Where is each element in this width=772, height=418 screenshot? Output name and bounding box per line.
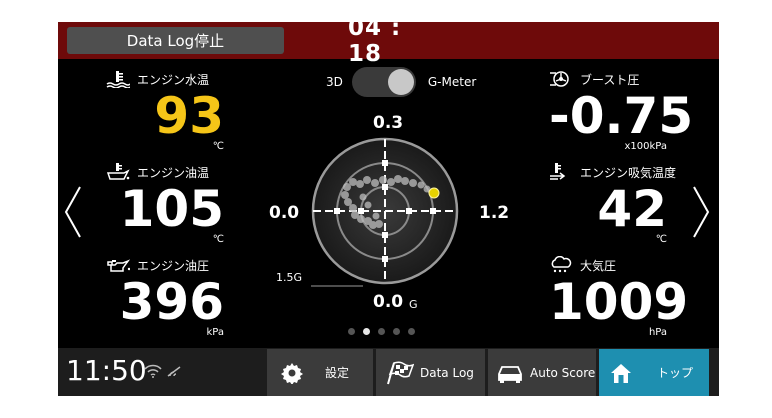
g-meter-bottom-value: 0.0 <box>373 292 404 312</box>
datalog-timer: 04 : 18 <box>348 22 402 67</box>
toggle-knob <box>387 69 414 95</box>
toggle-gmeter-label: G-Meter <box>427 75 477 89</box>
gauge-boost-pressure: ブースト圧 -0.75 x100kPa <box>549 69 719 152</box>
gauge-label: エンジン吸気温度 <box>580 165 677 180</box>
autoscore-label: Auto Score <box>530 365 596 380</box>
page-dot[interactable] <box>348 328 355 335</box>
gauge-label: ブースト圧 <box>580 72 640 87</box>
signal-icon <box>167 366 181 377</box>
datalog-stop-button[interactable]: Data Log停止 <box>67 27 284 54</box>
gauge-atmospheric-pressure: 大気圧 1009 hPa <box>549 255 719 338</box>
g-meter: 0.3 0.0 1.2 0.0 G 1.5G <box>263 107 509 327</box>
gauge-value: 396 <box>119 273 224 331</box>
top-bar: Data Log停止 04 : 18 <box>58 22 719 67</box>
gauge-label: 大気圧 <box>580 258 617 273</box>
intake-temp-icon <box>550 163 566 180</box>
gear-icon <box>281 362 303 384</box>
datalog-button[interactable]: Data Log <box>376 349 485 396</box>
settings-button[interactable]: 設定 <box>267 349 373 396</box>
g-meter-left-value: 0.0 <box>269 203 300 223</box>
autoscore-button[interactable]: Auto Score <box>488 349 596 396</box>
datalog-label: Data Log <box>420 365 474 380</box>
toggle-3d-label: 3D <box>326 75 343 89</box>
car-icon <box>498 365 522 383</box>
home-icon <box>611 363 631 383</box>
oil-can-icon <box>107 259 130 272</box>
gauge-value: 105 <box>119 180 224 238</box>
gauge-value: 42 <box>597 180 667 238</box>
gauge-value: -0.75 <box>549 87 694 145</box>
turbo-icon <box>550 71 569 87</box>
view-toggle-switch[interactable] <box>351 67 416 97</box>
checkered-flag-icon <box>387 360 414 384</box>
previous-page-arrow-icon[interactable] <box>62 184 84 240</box>
page-dot-active[interactable] <box>363 328 370 335</box>
head-unit-screen: Data Log停止 04 : 18 エンジン水温 93 ℃ エンジン油温 10… <box>58 22 719 396</box>
page-dot[interactable] <box>408 328 415 335</box>
bottom-bar: 11:50 設定 Data Log Auto Score トップ <box>58 348 719 396</box>
view-toggle: 3D G-Meter <box>326 67 476 97</box>
g-meter-scale-label: 1.5G <box>276 271 303 284</box>
coolant-temp-icon <box>106 71 130 88</box>
g-meter-right-value: 1.2 <box>479 203 510 223</box>
gauge-label: エンジン油温 <box>137 165 210 180</box>
gauge-value: 1009 <box>549 273 689 331</box>
top-home-button[interactable]: トップ <box>599 349 709 396</box>
settings-label: 設定 <box>325 366 350 380</box>
gauge-intake-air-temp: エンジン吸気温度 42 ℃ <box>549 162 719 245</box>
gauge-value: 93 <box>154 87 224 145</box>
g-meter-unit: G <box>409 298 418 311</box>
top-label: トップ <box>657 366 694 380</box>
page-indicator <box>348 328 415 335</box>
g-meter-top-value: 0.3 <box>373 113 404 133</box>
weather-icon <box>551 256 572 273</box>
gauge-label: エンジン油圧 <box>137 258 210 273</box>
oil-temp-icon <box>106 163 130 180</box>
page-dot[interactable] <box>393 328 400 335</box>
gauge-label: エンジン水温 <box>137 72 210 87</box>
page-dot[interactable] <box>378 328 385 335</box>
wifi-icon <box>144 364 162 378</box>
clock: 11:50 <box>66 354 147 387</box>
status-icons <box>144 364 182 378</box>
